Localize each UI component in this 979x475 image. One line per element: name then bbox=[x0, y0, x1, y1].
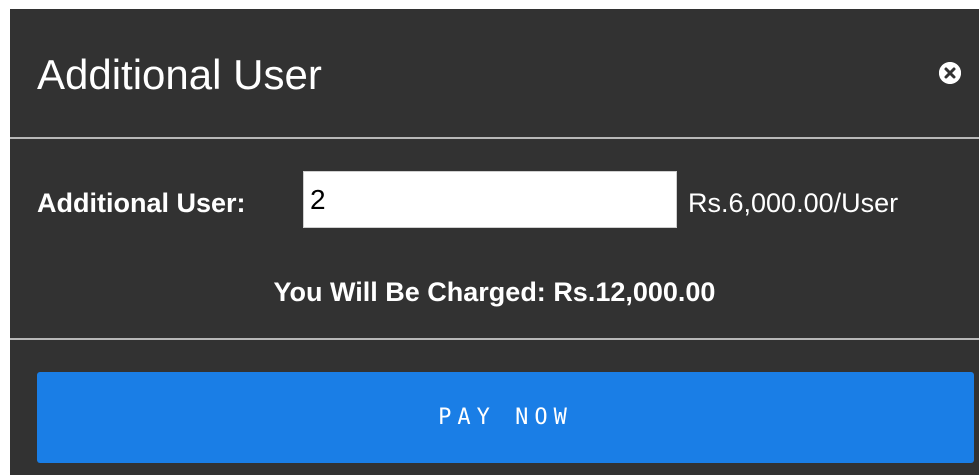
price-per-user: Rs.6,000.00/User bbox=[688, 188, 899, 218]
charge-summary: You Will Be Charged: Rs.12,000.00 bbox=[10, 274, 979, 310]
additional-user-input[interactable] bbox=[303, 171, 677, 228]
pay-now-button[interactable]: PAY NOW bbox=[37, 372, 974, 463]
close-button[interactable] bbox=[939, 62, 961, 84]
modal-title: Additional User bbox=[37, 51, 322, 98]
additional-user-label: Additional User: bbox=[37, 188, 246, 218]
close-circle-icon bbox=[939, 62, 961, 84]
modal-body: Additional User: Rs.6,000.00/User You Wi… bbox=[10, 139, 979, 340]
charge-label: You Will Be Charged: bbox=[273, 277, 554, 307]
additional-user-modal: Additional User Additional User: Rs.6,00… bbox=[10, 9, 979, 475]
charge-amount: Rs.12,000.00 bbox=[553, 277, 716, 307]
modal-header: Additional User bbox=[10, 9, 979, 139]
